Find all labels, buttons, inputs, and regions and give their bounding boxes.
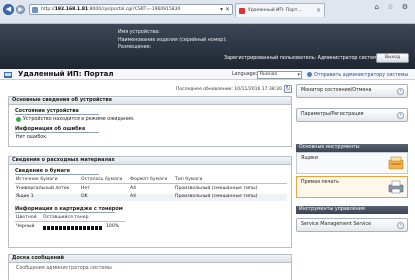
device-name-label: Имя устройства:: [118, 30, 160, 35]
url-controls[interactable]: ▾ ✕: [220, 6, 230, 13]
table-cell: A4: [130, 186, 137, 191]
toner-color: Черный: [16, 224, 35, 229]
arrow-right-icon: ›: [397, 112, 404, 119]
address-bar[interactable]: http://192.168.1.81:8000/rps/portal.cgi?…: [29, 4, 233, 15]
tab-favicon-icon: [239, 8, 245, 14]
toner-table-header: Цветной Оставшийся тонер: [15, 215, 125, 222]
page-icon: [32, 7, 38, 13]
paper-info-heading: Сведения о бумаге: [15, 168, 99, 175]
printer-icon: [388, 180, 404, 194]
send-to-admin-link[interactable]: Отправить администратору системы: [307, 71, 408, 78]
error-info-heading: Информация об ошибке: [15, 126, 99, 133]
management-tools-heading: Инструменты управления: [296, 206, 408, 214]
direct-print-tool[interactable]: Прямая печать: [296, 176, 408, 198]
language-select[interactable]: Russian ▾: [257, 70, 302, 79]
paper-table-header: Источник бумаги Осталось бумаги Формат б…: [15, 177, 287, 184]
product-name-label: Наименование изделия (серийный номер):: [118, 37, 227, 43]
device-status-heading: Состояние устройства: [15, 108, 99, 115]
back-button[interactable]: ◀: [3, 4, 14, 15]
tab-title: Удаленный ИП: Порт...: [248, 8, 302, 13]
url-text: http://192.168.1.81:8000/rps/portal.cgi?…: [41, 7, 181, 12]
browser-controls[interactable]: ⌂ ☆ ⚙: [375, 3, 411, 11]
toner-info-heading: Информация о картридже с тонером: [15, 206, 123, 213]
column-header: Источник бумаги: [16, 177, 58, 182]
arrow-right-icon: ›: [397, 222, 404, 229]
forward-button[interactable]: ▶: [16, 5, 25, 14]
consumables-panel: Сведения о расходных материалах Сведения…: [8, 156, 292, 248]
service-management-button[interactable]: Service Management Service ›: [296, 218, 408, 232]
table-cell: Произвольный (смешанные типы): [175, 194, 258, 199]
settings-registration-button[interactable]: Параметры/Регистрация ›: [296, 108, 408, 122]
basic-tools-heading: Основные инструменты: [296, 144, 408, 152]
page-title: Удаленный ИП: Портал: [18, 70, 114, 78]
device-status-text: Устройство находится в режиме ожидания.: [23, 116, 135, 122]
refresh-icon[interactable]: ↻: [284, 85, 292, 93]
table-row: Черный 100%: [15, 224, 125, 231]
location-label: Размещение:: [118, 45, 152, 50]
status-ok-icon: [16, 117, 21, 122]
browser-toolbar: ◀ ▶ http://192.168.1.81:8000/rps/portal.…: [0, 0, 415, 24]
arrow-right-icon: ›: [397, 88, 404, 95]
portal-titlebar: Удаленный ИП: Портал Language: Russian ▾ …: [0, 69, 415, 80]
mail-icon: [307, 71, 312, 77]
table-cell: Универсальный лоток: [16, 186, 70, 191]
column-header: Цветной: [16, 215, 37, 220]
panel-title: Доска сообщений: [9, 255, 291, 263]
toner-level-bar: [43, 225, 103, 230]
table-cell: Нет: [81, 186, 90, 191]
mailboxes-tool[interactable]: Ящики: [296, 152, 408, 174]
close-tab-icon[interactable]: ×: [316, 7, 321, 14]
table-cell: A4: [130, 194, 137, 199]
message-board-text: Сообщения администратора системы: [16, 266, 112, 271]
last-updated: Последнее обновление: 10/11/2016 17:38:2…: [176, 87, 282, 92]
page-header: Имя устройства: Наименование изделия (се…: [0, 24, 415, 69]
main-content: Последнее обновление: 10/11/2016 17:38:2…: [8, 84, 292, 280]
chevron-down-icon: ▾: [297, 71, 300, 78]
logout-button[interactable]: Выход: [376, 53, 409, 63]
column-header: Тип бумаги: [175, 177, 203, 182]
message-board-panel: Доска сообщений Сообщения администратора…: [8, 254, 292, 280]
logged-in-user: Зарегистрированный пользователь: Админис…: [224, 56, 399, 61]
table-cell: OK: [81, 194, 88, 199]
table-row: Ящик 1 OK A4 Произвольный (смешанные тип…: [15, 194, 287, 201]
status-monitor-button[interactable]: Монитор состояния/Отмена ›: [296, 84, 408, 98]
column-header: Формат бумаги: [130, 177, 168, 182]
panel-title: Основные сведения об устройстве: [9, 97, 291, 105]
column-header: Осталось бумаги: [81, 177, 123, 182]
panel-title: Сведения о расходных материалах: [9, 157, 291, 165]
language-label: Language:: [232, 71, 258, 77]
home-icon: [4, 72, 12, 78]
device-info: Имя устройства: Наименование изделия (се…: [118, 29, 227, 52]
device-basic-info-panel: Основные сведения об устройстве Состояни…: [8, 96, 292, 147]
column-header: Оставшийся тонер: [43, 215, 89, 220]
mailbox-icon: [388, 156, 404, 170]
error-info-text: Нет ошибок.: [16, 135, 48, 140]
table-row: Универсальный лоток Нет A4 Произвольный …: [15, 186, 287, 193]
table-cell: Произвольный (смешанные типы): [175, 186, 258, 191]
browser-tab[interactable]: Удаленный ИП: Порт... ×: [235, 3, 325, 17]
toner-level-text: 100%: [106, 224, 120, 229]
table-cell: Ящик 1: [16, 194, 34, 199]
